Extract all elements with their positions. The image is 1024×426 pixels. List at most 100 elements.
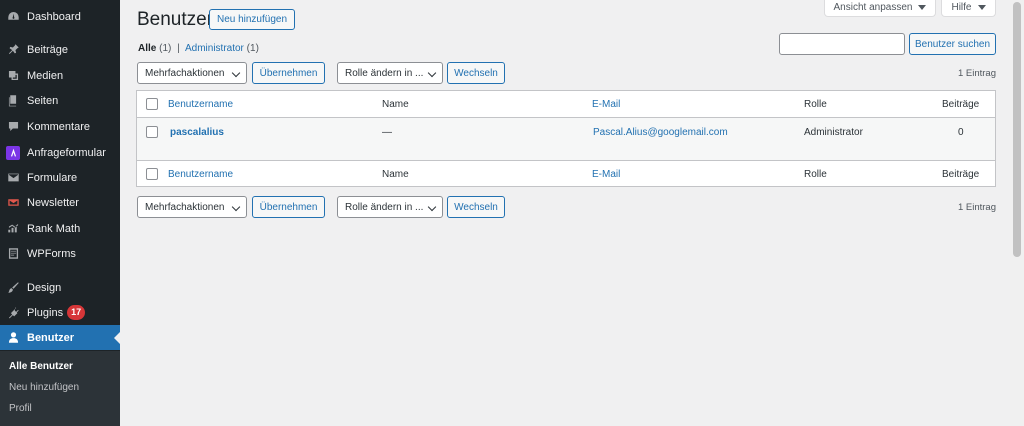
chart-icon: [6, 222, 20, 236]
screen-options-label: Ansicht anpassen: [833, 1, 913, 13]
mail-icon: [6, 171, 20, 185]
submenu-item-profile[interactable]: Profil: [9, 403, 32, 414]
column-username[interactable]: Benutzername: [168, 99, 233, 110]
add-new-user-button[interactable]: Neu hinzufügen: [209, 9, 295, 30]
page-title: Benutzer: [137, 9, 214, 30]
view-administrator-count: (1): [246, 43, 259, 54]
sidebar-item-label: WPForms: [27, 247, 76, 260]
role-change-value: Rolle ändern in ...: [345, 67, 424, 79]
pages-icon: [6, 94, 20, 108]
chevron-down-icon: [427, 202, 437, 212]
sidebar-item-rank-math[interactable]: Rank Math: [0, 216, 120, 241]
role-change-select-bottom[interactable]: Rolle ändern in ...: [337, 196, 443, 218]
sidebar-item-plugins[interactable]: Plugins 17: [0, 300, 120, 325]
change-role-button-top[interactable]: Wechseln: [447, 62, 505, 84]
dashboard-icon: [6, 10, 20, 24]
sidebar-item-label: Rank Math: [27, 222, 81, 235]
role-cell: Administrator: [804, 127, 863, 138]
sidebar-item-label: Plugins: [27, 306, 64, 319]
change-role-button-bottom[interactable]: Wechseln: [447, 196, 505, 218]
item-count-bottom: 1 Eintrag: [957, 202, 996, 213]
submenu-item-all-users[interactable]: Alle Benutzer: [9, 361, 73, 372]
help-tab[interactable]: Hilfe: [941, 0, 996, 17]
sidebar-item-dashboard[interactable]: Dashboard: [0, 4, 120, 29]
form-plugin-icon: [6, 145, 20, 160]
email-link[interactable]: Pascal.Alius@googlemail.com: [593, 127, 728, 138]
sidebar-item-wpforms[interactable]: WPForms: [0, 241, 120, 266]
submenu-item-add-new[interactable]: Neu hinzufügen: [9, 382, 79, 393]
select-all-checkbox[interactable]: [146, 98, 158, 110]
sidebar-item-comments[interactable]: Kommentare: [0, 114, 120, 139]
chevron-down-icon: [427, 68, 437, 78]
column-username[interactable]: Benutzername: [168, 169, 233, 180]
sidebar-item-design[interactable]: Design: [0, 275, 120, 300]
user-icon: [6, 331, 20, 345]
sidebar-item-media[interactable]: Medien: [0, 63, 120, 88]
apply-button-bottom[interactable]: Übernehmen: [252, 196, 325, 218]
sidebar-item-label: Newsletter: [27, 196, 79, 209]
column-email[interactable]: E-Mail: [592, 169, 620, 180]
sidebar-item-label: Anfrageformular: [27, 146, 106, 159]
user-search-input[interactable]: [779, 33, 905, 55]
users-table: Benutzername Name E-Mail Rolle Beiträge …: [136, 90, 996, 187]
newsletter-icon: [6, 196, 20, 210]
chevron-down-icon: [231, 68, 241, 78]
sidebar-item-newsletter[interactable]: Newsletter: [0, 190, 120, 215]
view-separator: |: [177, 43, 180, 54]
bulk-actions-select-top[interactable]: Mehrfachaktionen: [137, 62, 247, 84]
sidebar-item-pages[interactable]: Seiten: [0, 88, 120, 113]
users-submenu: Alle Benutzer Neu hinzufügen Profil: [0, 351, 120, 426]
comment-icon: [6, 120, 20, 134]
select-all-checkbox-bottom[interactable]: [146, 168, 158, 180]
column-name: Name: [382, 169, 409, 180]
chevron-down-icon: [231, 202, 241, 212]
sidebar-item-formulare[interactable]: Formulare: [0, 165, 120, 190]
name-cell: —: [382, 127, 392, 138]
sidebar-item-label: Kommentare: [27, 120, 90, 133]
table-row: pascalalius — Pascal.Alius@googlemail.co…: [137, 118, 995, 160]
plug-icon: [6, 306, 20, 320]
user-role-filter: Alle (1) | Administrator (1): [138, 43, 259, 54]
scrollbar-thumb[interactable]: [1013, 2, 1021, 257]
caret-down-icon: [918, 4, 927, 10]
sidebar-item-posts[interactable]: Beiträge: [0, 37, 120, 62]
sidebar-item-label: Benutzer: [27, 331, 75, 344]
view-all-link[interactable]: Alle: [138, 43, 156, 54]
search-users-button[interactable]: Benutzer suchen: [909, 33, 996, 55]
admin-sidebar: Dashboard Beiträge Medien Seiten Komment…: [0, 0, 120, 426]
pin-icon: [6, 43, 20, 57]
column-name: Name: [382, 99, 409, 110]
caret-down-icon: [977, 4, 986, 10]
page-scrollbar[interactable]: [1010, 0, 1024, 426]
sidebar-item-label: Formulare: [27, 171, 78, 184]
table-footer: Benutzername Name E-Mail Rolle Beiträge: [137, 160, 995, 187]
media-icon: [6, 69, 20, 83]
posts-count-cell: 0: [958, 127, 964, 138]
table-header: Benutzername Name E-Mail Rolle Beiträge: [137, 91, 995, 118]
column-role: Rolle: [804, 169, 827, 180]
bulk-actions-value: Mehrfachaktionen: [145, 67, 225, 79]
role-change-value: Rolle ändern in ...: [345, 201, 424, 213]
column-posts: Beiträge: [942, 99, 980, 110]
sidebar-item-anfrageformular[interactable]: Anfrageformular: [0, 140, 120, 165]
role-change-select-top[interactable]: Rolle ändern in ...: [337, 62, 443, 84]
column-posts: Beiträge: [942, 169, 980, 180]
view-administrator-link[interactable]: Administrator: [185, 43, 244, 54]
apply-button-top[interactable]: Übernehmen: [252, 62, 325, 84]
column-email[interactable]: E-Mail: [592, 99, 620, 110]
column-role: Rolle: [804, 99, 827, 110]
bulk-actions-value: Mehrfachaktionen: [145, 201, 225, 213]
screen-options-tab[interactable]: Ansicht anpassen: [824, 0, 936, 17]
help-label: Hilfe: [951, 1, 972, 13]
wpforms-icon: [6, 247, 20, 261]
update-count-badge: 17: [67, 305, 86, 320]
sidebar-item-users[interactable]: Benutzer: [0, 325, 120, 350]
sidebar-item-label: Beiträge: [27, 43, 68, 56]
sidebar-item-label: Dashboard: [27, 10, 81, 23]
item-count-top: 1 Eintrag: [957, 68, 996, 79]
sidebar-item-label: Seiten: [27, 94, 59, 107]
username-link[interactable]: pascalalius: [170, 127, 224, 138]
bulk-actions-select-bottom[interactable]: Mehrfachaktionen: [137, 196, 247, 218]
row-checkbox[interactable]: [146, 126, 158, 138]
sidebar-item-label: Design: [27, 281, 62, 294]
